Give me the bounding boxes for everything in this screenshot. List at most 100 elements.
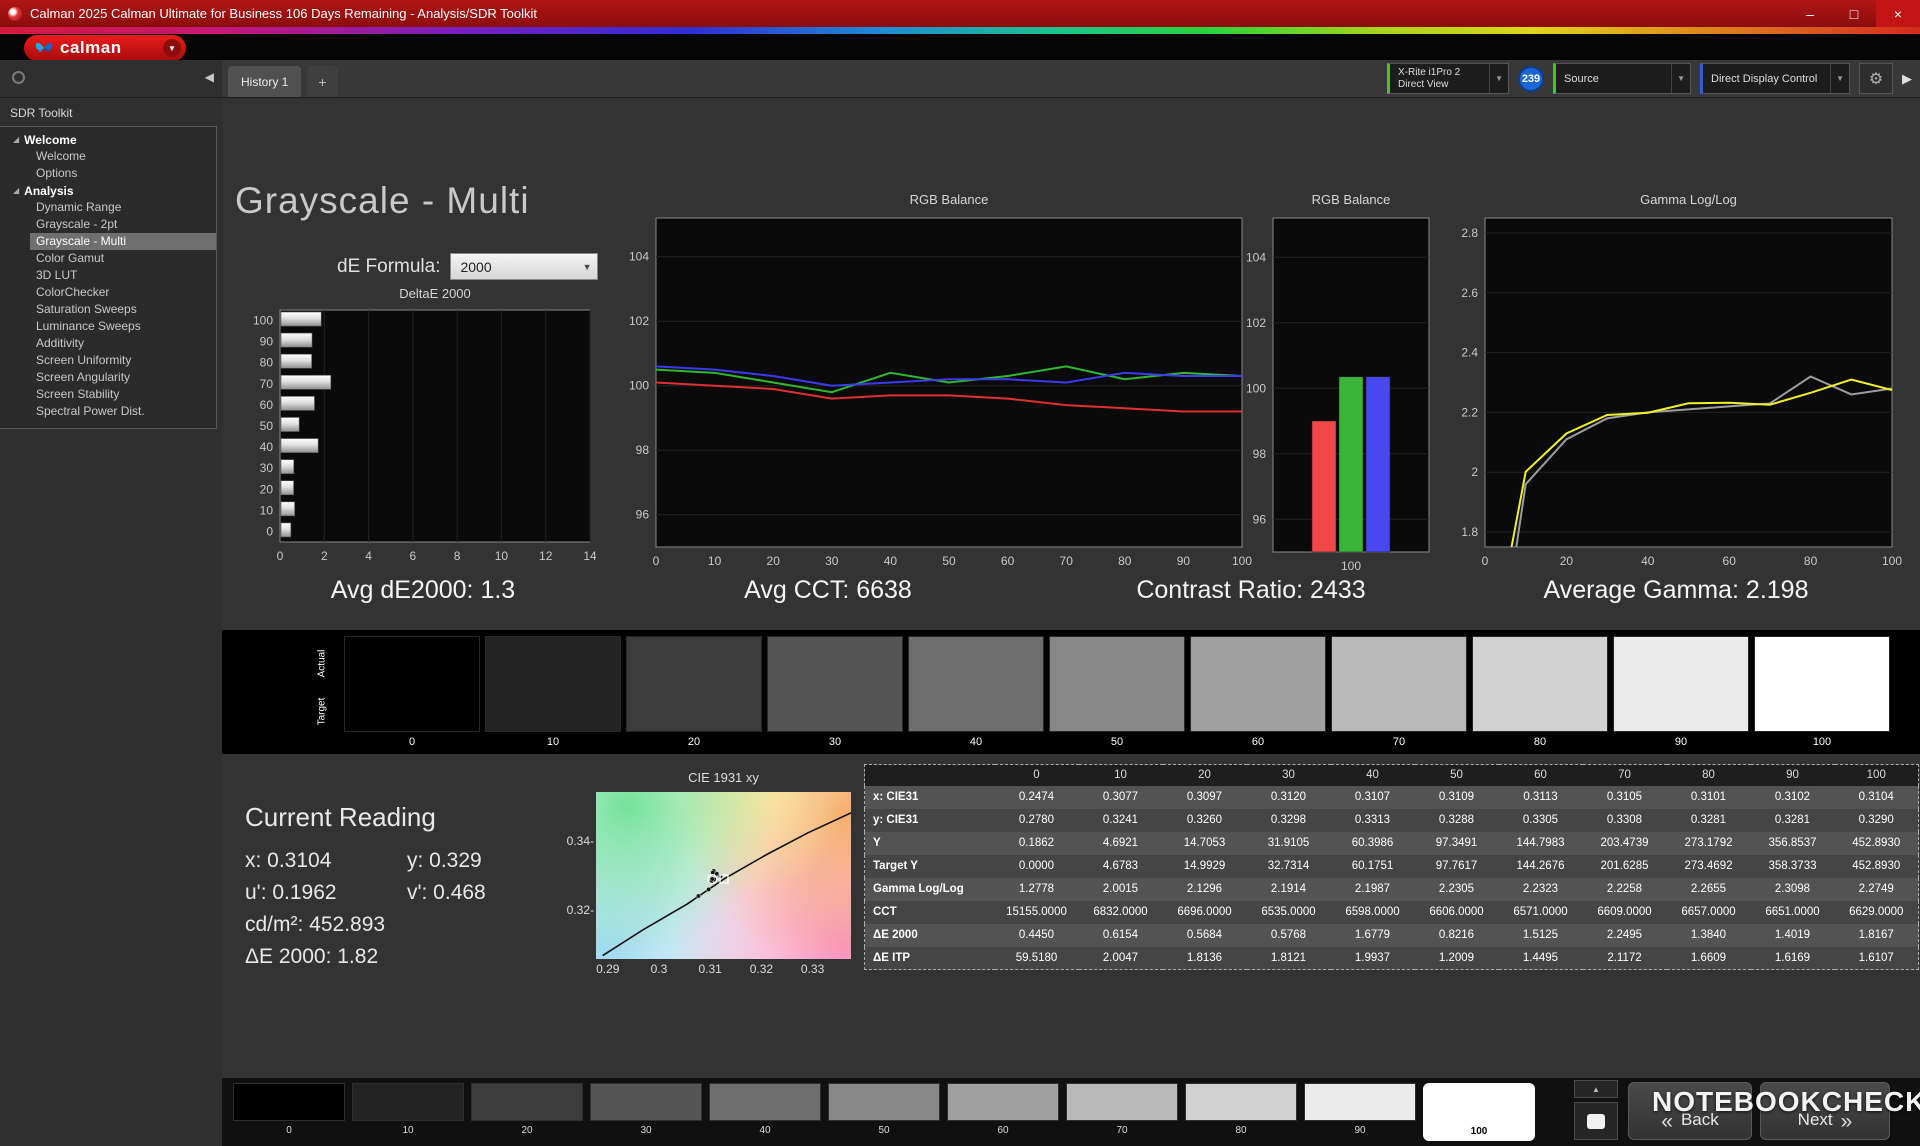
stat-avg-cct: Avg CCT: 6638 [608,576,1048,605]
row-label: y: CIE31 [865,809,995,832]
sidebar-item-additivity[interactable]: Additivity [0,335,216,352]
sidebar-item-colorchecker[interactable]: ColorChecker [0,284,216,301]
sidebar-item-dynamic-range[interactable]: Dynamic Range [0,199,216,216]
svg-text:14: 14 [583,549,596,563]
titlebar: Calman 2025 Calman Ultimate for Business… [0,0,1920,27]
cie-plot-area [596,792,851,959]
sidebar-item-welcome[interactable]: Welcome [0,148,216,165]
cie-chart-title: CIE 1931 xy [596,770,851,786]
sidebar-section-analysis[interactable]: ◢ Analysis [0,182,216,199]
svg-text:10: 10 [495,549,509,563]
svg-text:2: 2 [1471,465,1478,479]
cie-x-tick: 0.32 [746,962,776,976]
svg-text:102: 102 [1246,316,1266,330]
meter-count-badge[interactable]: 239 [1518,66,1544,92]
patch-button-30[interactable]: 30 [590,1083,702,1136]
svg-text:10: 10 [260,503,274,517]
page-title: Grayscale - Multi [235,180,530,222]
sidebar-item-spectral-power-dist[interactable]: Spectral Power Dist. [0,403,216,420]
patch-button-60[interactable]: 60 [947,1083,1059,1136]
sidebar-item-color-gamut[interactable]: Color Gamut [0,250,216,267]
pin-icon[interactable] [12,71,25,84]
patch-button-50[interactable]: 50 [828,1083,940,1136]
sidebar-item-screen-stability[interactable]: Screen Stability [0,386,216,403]
sidebar-item-3d-lut[interactable]: 3D LUT [0,267,216,284]
minimize-button[interactable]: – [1788,0,1832,27]
svg-text:40: 40 [884,554,898,568]
table-cell: 0.3105 [1583,786,1667,809]
patch-button-100[interactable]: 100 [1423,1083,1535,1141]
sidebar-item-options[interactable]: Options [0,165,216,182]
swatch-color-box [1754,636,1890,732]
gray-swatch-20: 20 [626,636,762,748]
svg-text:104: 104 [629,250,649,264]
patch-size-up-button[interactable]: ▲ [1574,1080,1618,1098]
patch-button-40[interactable]: 40 [709,1083,821,1136]
sidebar-section-label: Analysis [24,184,73,198]
patch-button-10[interactable]: 10 [352,1083,464,1136]
row-label: Y [865,832,995,855]
sidebar-section-welcome[interactable]: ◢Welcome [0,131,216,148]
table-cell: 2.2305 [1415,878,1499,901]
row-label: ΔE 2000 [865,924,995,947]
table-cell: 0.0000 [995,855,1079,878]
sidebar-item-screen-uniformity[interactable]: Screen Uniformity [0,352,216,369]
tab-history-1[interactable]: History 1 [228,66,301,97]
table-col-100: 100 [1835,765,1919,786]
add-tab-label: + [318,74,326,90]
sidebar-item-grayscale-2pt[interactable]: Grayscale - 2pt [0,216,216,233]
patch-color-box [1304,1083,1416,1121]
gray-swatch-50: 50 [1049,636,1185,748]
table-cell: 0.3109 [1415,786,1499,809]
gray-swatch-100: 100 [1754,636,1890,748]
expand-triangle-icon: ◢ [13,186,19,195]
maximize-button[interactable]: □ [1832,0,1876,27]
grayscale-swatch-strip: Actual Target 0102030405060708090100 [222,630,1920,754]
patch-button-70[interactable]: 70 [1066,1083,1178,1136]
patch-color-box [590,1083,702,1121]
table-cell: 0.3281 [1751,809,1835,832]
sidebar-collapse-button[interactable]: ◀ [205,70,214,84]
cie-x-tick: 0.31 [695,962,725,976]
table-row-e-itp: ΔE ITP59.51802.00471.81361.81211.99371.2… [865,947,1919,970]
bottom-patch-bar: 0102030405060708090100 ▲ « Back Next » N… [222,1078,1920,1146]
swatch-color-box [1613,636,1749,732]
rainbow-gradient [0,27,1920,34]
table-cell: 4.6921 [1079,832,1163,855]
source-dropdown[interactable]: Source ▼ [1553,63,1691,94]
patch-window-button[interactable] [1574,1102,1618,1140]
table-cell: 0.3104 [1835,786,1919,809]
forward-arrow-icon[interactable]: ▶ [1902,71,1912,87]
row-label: Gamma Log/Log [865,878,995,901]
table-cell: 6696.0000 [1163,901,1247,924]
patch-button-0[interactable]: 0 [233,1083,345,1136]
table-cell: 273.1792 [1667,832,1751,855]
de-formula-select[interactable]: 2000 ▼ [450,253,598,280]
table-cell: 1.5125 [1499,924,1583,947]
svg-text:60: 60 [1723,554,1737,568]
svg-text:12: 12 [539,549,553,563]
reading-lines: x: 0.3104y: 0.329u': 0.1962v': 0.468cd/m… [245,849,486,977]
brand-menu-caret-icon[interactable]: ▼ [163,39,181,57]
close-button[interactable]: × [1876,0,1920,27]
meter-labels: X-Rite i1Pro 2 Direct View [1398,67,1460,91]
add-tab-button[interactable]: + [307,66,337,97]
table-cell: 452.8930 [1835,855,1919,878]
table-col-0: 0 [995,765,1079,786]
patch-button-80[interactable]: 80 [1185,1083,1297,1136]
display-control-dropdown[interactable]: Direct Display Control ▼ [1700,63,1850,94]
table-cell: 0.3097 [1163,786,1247,809]
sidebar-item-screen-angularity[interactable]: Screen Angularity [0,369,216,386]
patch-button-20[interactable]: 20 [471,1083,583,1136]
main-content: Grayscale - Multi dE Formula: 2000 ▼ Del… [222,98,1920,1146]
sidebar-item-saturation-sweeps[interactable]: Saturation Sweeps [0,301,216,318]
table-col-20: 20 [1163,765,1247,786]
svg-text:6: 6 [410,549,417,563]
sidebar-item-grayscale-multi[interactable]: Grayscale - Multi [30,233,216,250]
sidebar-item-luminance-sweeps[interactable]: Luminance Sweeps [0,318,216,335]
calman-logo-button[interactable]: calman ▼ [24,35,186,61]
meter-dropdown[interactable]: X-Rite i1Pro 2 Direct View ▼ [1387,63,1509,94]
patch-button-90[interactable]: 90 [1304,1083,1416,1136]
settings-gear-button[interactable]: ⚙ [1859,63,1893,94]
patch-level-label: 80 [1235,1125,1246,1136]
